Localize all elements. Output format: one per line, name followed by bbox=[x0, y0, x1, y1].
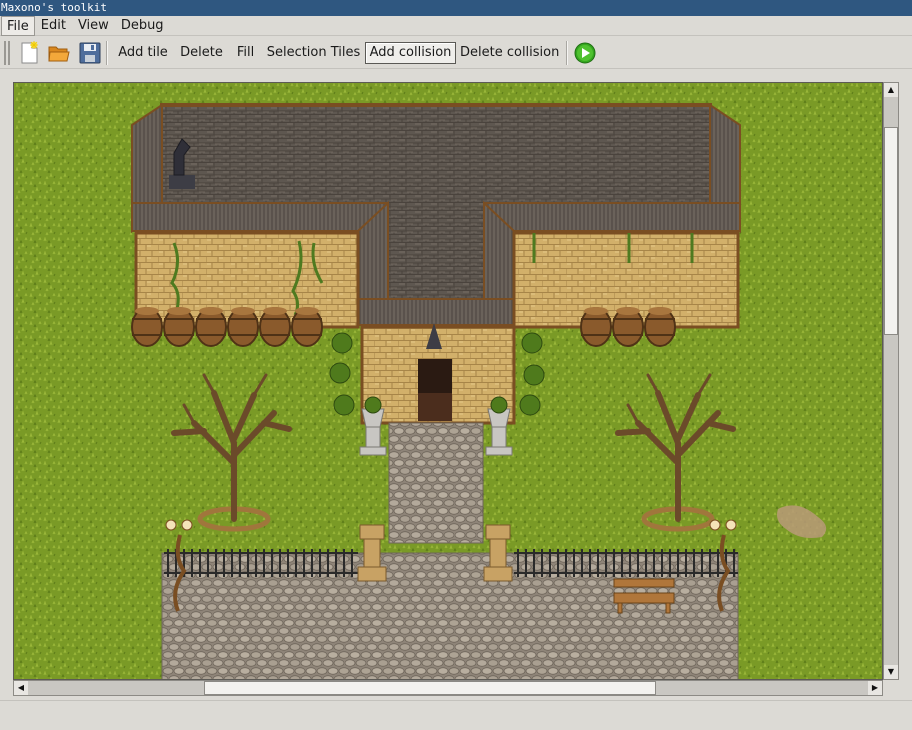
map-canvas[interactable] bbox=[13, 82, 883, 680]
new-file-icon[interactable] bbox=[17, 41, 41, 65]
horizontal-scrollbar[interactable]: ◀ ▶ bbox=[13, 680, 883, 696]
delete-button[interactable]: Delete bbox=[177, 42, 226, 64]
scrollbar-corner bbox=[883, 680, 899, 696]
save-floppy-icon[interactable] bbox=[78, 41, 102, 65]
open-folder-icon[interactable] bbox=[47, 41, 71, 65]
cobblestone-path bbox=[388, 422, 484, 544]
tile-map[interactable] bbox=[14, 83, 883, 680]
vertical-scrollbar[interactable]: ▲ ▼ bbox=[883, 82, 899, 680]
status-bar bbox=[0, 700, 912, 730]
menu-view[interactable]: View bbox=[72, 16, 115, 36]
delete-collision-button[interactable]: Delete collision bbox=[459, 42, 560, 64]
scroll-down-arrow-icon[interactable]: ▼ bbox=[884, 665, 898, 679]
horizontal-scroll-thumb[interactable] bbox=[204, 681, 656, 695]
play-icon[interactable] bbox=[573, 41, 597, 65]
menu-edit[interactable]: Edit bbox=[35, 16, 72, 36]
toolbar-grip-handle[interactable] bbox=[4, 41, 10, 65]
scroll-left-arrow-icon[interactable]: ◀ bbox=[14, 681, 28, 695]
menu-file[interactable]: File bbox=[1, 16, 35, 36]
toolbar-separator bbox=[566, 41, 568, 65]
menu-bar: File Edit View Debug bbox=[0, 16, 912, 36]
window-title: Maxono's toolkit bbox=[0, 0, 912, 16]
add-collision-button[interactable]: Add collision bbox=[365, 42, 456, 64]
selection-tiles-button[interactable]: Selection Tiles bbox=[265, 42, 362, 64]
add-tile-button[interactable]: Add tile bbox=[114, 42, 172, 64]
menu-debug[interactable]: Debug bbox=[115, 16, 170, 36]
vertical-scroll-thumb[interactable] bbox=[884, 127, 898, 335]
toolbar-separator bbox=[106, 41, 108, 65]
fill-button[interactable]: Fill bbox=[232, 42, 259, 64]
scroll-up-arrow-icon[interactable]: ▲ bbox=[884, 83, 898, 97]
scroll-right-arrow-icon[interactable]: ▶ bbox=[868, 681, 882, 695]
toolbar: Add tile Delete Fill Selection Tiles Add… bbox=[0, 37, 912, 69]
